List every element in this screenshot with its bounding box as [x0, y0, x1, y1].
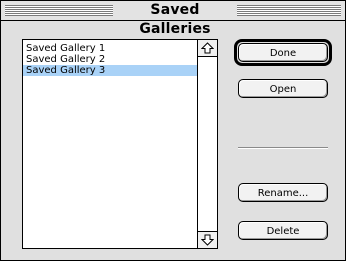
gallery-list-box: Saved Gallery 1 Saved Gallery 2 Saved Ga… — [22, 39, 218, 249]
title-bar[interactable]: Saved Galleries — [1, 1, 345, 37]
title-bar-stripes-right — [237, 5, 341, 16]
list-item-saved-gallery-1[interactable]: Saved Gallery 1 — [23, 43, 197, 54]
window-title: Saved Galleries — [113, 1, 237, 37]
scroll-down-arrow-icon[interactable] — [198, 231, 217, 248]
done-button[interactable]: Done — [238, 43, 328, 62]
title-bar-stripes-left — [5, 5, 113, 16]
saved-galleries-dialog: Saved Galleries Saved Gallery 1 Saved Ga… — [0, 0, 346, 261]
list-item-saved-gallery-3[interactable]: Saved Gallery 3 — [23, 65, 197, 76]
delete-button[interactable]: Delete — [238, 221, 328, 240]
vertical-scrollbar[interactable] — [197, 40, 217, 248]
list-item-saved-gallery-2[interactable]: Saved Gallery 2 — [23, 54, 197, 65]
open-button[interactable]: Open — [238, 79, 328, 98]
gallery-list[interactable]: Saved Gallery 1 Saved Gallery 2 Saved Ga… — [23, 40, 197, 248]
scroll-up-arrow-icon[interactable] — [198, 40, 217, 57]
rename-button[interactable]: Rename... — [238, 183, 328, 202]
button-divider — [238, 147, 328, 149]
